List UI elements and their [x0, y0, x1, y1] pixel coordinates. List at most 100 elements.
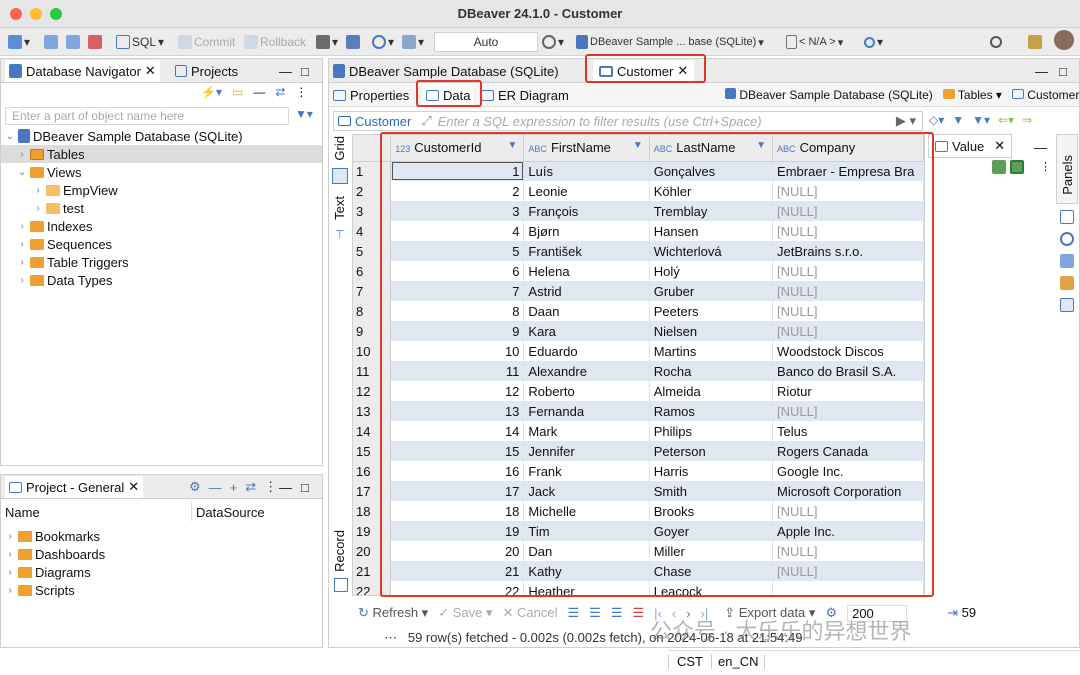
breadcrumb-tables[interactable]: Tables ▾: [942, 88, 1002, 102]
side-tab-panels[interactable]: Panels: [1056, 134, 1078, 204]
tools-button[interactable]: ▾: [402, 33, 424, 51]
navigator-filter-input[interactable]: Enter a part of object name here: [5, 107, 289, 125]
chevron-right-icon[interactable]: ›: [17, 239, 27, 250]
locale-indicator[interactable]: en_CN: [712, 654, 766, 669]
close-window-button[interactable]: [10, 8, 22, 20]
close-icon[interactable]: ✕: [994, 138, 1005, 154]
filter-input[interactable]: Enter a SQL expression to filter results…: [438, 114, 762, 129]
eraser-icon[interactable]: ◇▾: [929, 113, 944, 127]
gear-icon[interactable]: ⚙: [189, 479, 201, 495]
side-tab-text[interactable]: Text: [330, 196, 350, 226]
save-value-icon[interactable]: [992, 160, 1006, 174]
column-name-header[interactable]: Name: [5, 505, 40, 520]
copy-row-icon[interactable]: ☰: [611, 605, 623, 621]
disconnect-button[interactable]: [66, 33, 80, 51]
chevron-right-icon[interactable]: ›: [17, 275, 27, 286]
side-tab-record[interactable]: Record: [330, 530, 350, 574]
tab-database-navigator[interactable]: Database Navigator ✕: [5, 60, 160, 82]
chevron-right-icon[interactable]: ›: [17, 257, 27, 268]
project-item-diagrams[interactable]: › Diagrams: [5, 563, 90, 581]
close-icon[interactable]: ✕: [128, 479, 139, 495]
expand-filter-icon[interactable]: ⤢: [421, 113, 431, 129]
tree-item-empview[interactable]: › EmpView: [33, 181, 117, 199]
collapse-icon[interactable]: —: [209, 480, 222, 495]
auto-commit-mode-select[interactable]: Auto: [434, 32, 538, 52]
view-menu-icon[interactable]: ⋮: [264, 479, 277, 495]
subtab-properties[interactable]: Properties: [333, 84, 409, 106]
chevron-down-icon[interactable]: ⌄: [17, 167, 27, 178]
layout-panel-icon[interactable]: [1060, 298, 1074, 312]
tab-projects[interactable]: Projects: [175, 60, 238, 82]
tree-item-sequences[interactable]: › Sequences: [17, 235, 112, 253]
minimize-window-button[interactable]: [30, 8, 42, 20]
view-menu-icon[interactable]: ⋮: [295, 85, 307, 99]
sql-editor-button[interactable]: SQL ▾: [116, 33, 164, 51]
minimize-editor-button[interactable]: —: [1035, 60, 1048, 82]
tab-dbeaver-sample-database[interactable]: DBeaver Sample Database (SQLite): [333, 60, 559, 82]
link-icon[interactable]: ⇄: [245, 479, 256, 495]
global-search-button[interactable]: [990, 33, 1002, 51]
chevron-right-icon[interactable]: ›: [33, 203, 43, 214]
maximize-panel-button[interactable]: □: [301, 60, 309, 82]
search-button[interactable]: ▾: [864, 33, 883, 51]
cancel-button[interactable]: ✕ Cancel: [503, 605, 558, 621]
tree-item-table-triggers[interactable]: › Table Triggers: [17, 253, 128, 271]
column-datasource-header[interactable]: DataSource: [196, 505, 265, 520]
lock-button[interactable]: [346, 33, 360, 51]
chevron-right-icon[interactable]: ›: [33, 185, 43, 196]
subtab-er-diagram[interactable]: ER Diagram: [481, 84, 569, 106]
tree-item-data-types[interactable]: › Data Types: [17, 271, 112, 289]
metadata-panel-icon[interactable]: [1060, 210, 1074, 224]
text-view-icon[interactable]: ⊤: [335, 228, 345, 241]
breadcrumb-customer[interactable]: Customer: [1011, 88, 1079, 102]
more-icon[interactable]: ⋯: [384, 630, 397, 645]
breadcrumb-datasource[interactable]: DBeaver Sample Database (SQLite): [725, 88, 933, 102]
collapse-all-icon[interactable]: —: [253, 85, 265, 99]
calc-panel-icon[interactable]: [1060, 276, 1074, 290]
filter-settings-button[interactable]: ▼▾: [295, 107, 313, 121]
aggregate-panel-icon[interactable]: [1060, 232, 1074, 246]
history-button[interactable]: ▾: [542, 33, 564, 51]
active-schema-select[interactable]: < N/A > ▾: [786, 33, 843, 51]
user-avatar[interactable]: [1054, 30, 1074, 50]
filter-icon[interactable]: ▼: [952, 113, 964, 127]
dashboard-button[interactable]: ▾: [372, 33, 394, 51]
project-item-bookmarks[interactable]: › Bookmarks: [5, 527, 100, 545]
tree-item-views[interactable]: ⌄ Views: [17, 163, 82, 181]
value-menu-icon[interactable]: ⋮: [1040, 160, 1051, 173]
connect-button[interactable]: [44, 33, 58, 51]
perspective-button[interactable]: [1028, 33, 1042, 51]
link-editor-icon[interactable]: ⇄: [275, 85, 285, 99]
apply-filter-icon[interactable]: ▶ ▾: [896, 113, 922, 129]
transaction-mode-button[interactable]: ▾: [316, 33, 338, 51]
maximize-editor-button[interactable]: □: [1059, 60, 1067, 82]
chevron-right-icon[interactable]: ›: [5, 531, 15, 542]
save-button[interactable]: ✓ Save ▾: [438, 605, 492, 621]
maximize-panel-button[interactable]: □: [301, 476, 309, 498]
new-connection-button[interactable]: ▾: [8, 33, 30, 51]
edit-row-icon[interactable]: ☰: [568, 605, 580, 621]
new-connection-icon[interactable]: ⚡▾: [201, 85, 222, 99]
tree-item-tables[interactable]: › Tables: [1, 145, 322, 163]
active-datasource-select[interactable]: DBeaver Sample ... base (SQLite) ▾: [576, 33, 764, 51]
row-count[interactable]: ⇥ 59: [947, 605, 976, 621]
rollback-button[interactable]: Rollback: [244, 33, 306, 51]
commit-button[interactable]: Commit: [178, 33, 235, 51]
new-folder-icon[interactable]: ▭: [232, 85, 243, 99]
delete-row-icon[interactable]: ☰: [632, 605, 644, 621]
timezone-indicator[interactable]: CST: [668, 654, 712, 669]
value-minimize-button[interactable]: —: [1034, 140, 1047, 155]
chevron-down-icon[interactable]: ⌄: [5, 131, 15, 142]
invalidate-button[interactable]: [88, 33, 102, 51]
expand-icon[interactable]: +: [230, 480, 238, 495]
tab-value[interactable]: Value ✕: [928, 134, 1012, 158]
refresh-button[interactable]: ↻ Refresh ▾: [358, 605, 428, 621]
chevron-right-icon[interactable]: ›: [17, 149, 27, 160]
zoom-window-button[interactable]: [50, 8, 62, 20]
grouping-panel-icon[interactable]: [1060, 254, 1074, 268]
tree-item-indexes[interactable]: › Indexes: [17, 217, 92, 235]
tree-item-test[interactable]: › test: [33, 199, 84, 217]
minimize-panel-button[interactable]: —: [279, 60, 292, 82]
chevron-right-icon[interactable]: ›: [17, 221, 27, 232]
forward-icon[interactable]: ⇒: [1022, 113, 1032, 127]
